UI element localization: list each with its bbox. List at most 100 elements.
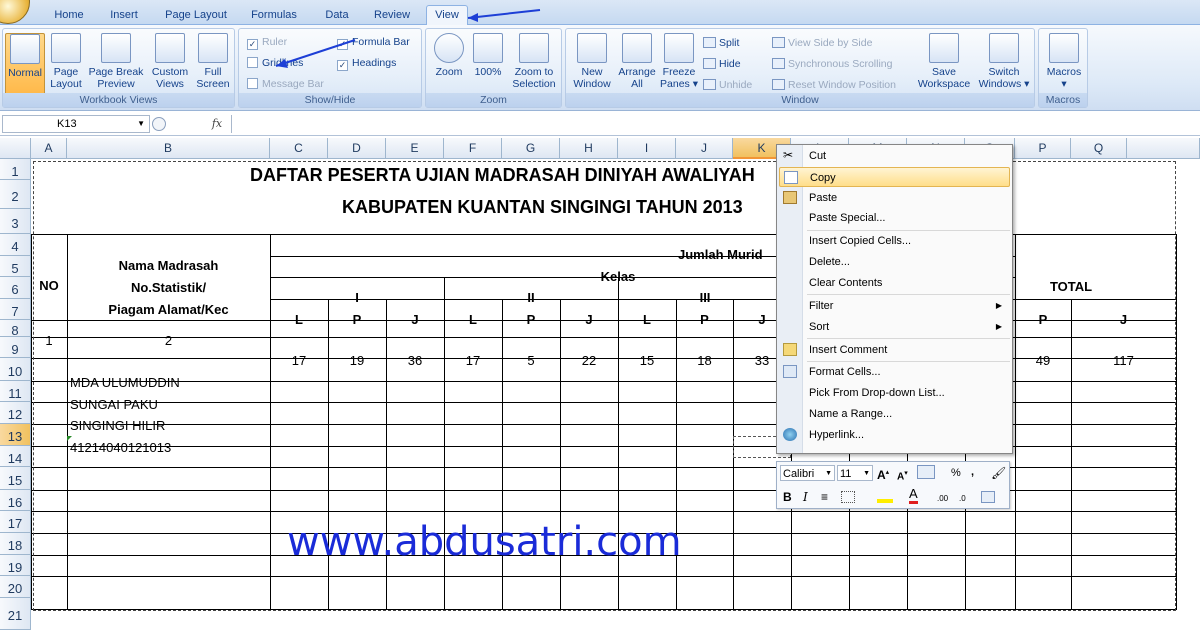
total-value[interactable]: 15 (618, 353, 676, 368)
madrasah-district[interactable]: SINGINGI HILIR (70, 418, 165, 433)
total-value[interactable]: 19 (328, 353, 386, 368)
page-layout-view-button[interactable]: Page Layout (47, 33, 85, 90)
hide-button[interactable]: Hide (703, 58, 741, 71)
tab-view[interactable]: View (426, 5, 468, 26)
switch-windows-button[interactable]: Switch Windows ▾ (974, 33, 1034, 90)
row-header-20[interactable]: 20 (0, 576, 31, 598)
row-header-3[interactable]: 3 (0, 209, 31, 234)
split-button[interactable]: Split (703, 37, 739, 50)
madrasah-name[interactable]: MDA ULUMUDDIN (70, 375, 180, 390)
message-bar-checkbox[interactable]: Message Bar (247, 78, 324, 91)
font-name-dropdown[interactable]: Calibri ▼ (780, 465, 835, 481)
row-header-10[interactable]: 10 (0, 358, 31, 381)
formula-input[interactable] (231, 115, 1198, 133)
row-header-17[interactable]: 17 (0, 511, 31, 533)
row-header-5[interactable]: 5 (0, 256, 31, 277)
gridlines-checkbox[interactable]: Gridlines (247, 57, 303, 70)
menu-item-paste-special[interactable]: Paste Special... (779, 208, 1010, 228)
office-button[interactable] (0, 0, 30, 24)
reset-window-position-button[interactable]: Reset Window Position (772, 79, 896, 92)
shrink-font-icon[interactable]: A▾ (897, 466, 908, 485)
menu-item-pick-from-list[interactable]: Pick From Drop-down List... (779, 383, 1010, 403)
row-header-1[interactable]: 1 (0, 159, 31, 180)
arrange-all-button[interactable]: Arrange All (616, 33, 658, 90)
row-header-2[interactable]: 2 (0, 180, 31, 209)
menu-item-filter[interactable]: Filter ▶ (779, 296, 1010, 316)
menu-item-name-a-range[interactable]: Name a Range... (779, 404, 1010, 424)
menu-item-delete[interactable]: Delete... (779, 252, 1010, 272)
font-size-dropdown[interactable]: 11 ▼ (837, 465, 873, 481)
madrasah-location[interactable]: SUNGAI PAKU (70, 397, 158, 412)
view-side-by-side-button[interactable]: View Side by Side (772, 37, 872, 50)
row-header-4[interactable]: 4 (0, 234, 31, 256)
tab-formulas[interactable]: Formulas (244, 6, 304, 25)
chevron-down-icon[interactable]: ▼ (137, 116, 145, 132)
column-header-f[interactable]: F (444, 138, 502, 159)
column-header-d[interactable]: D (328, 138, 386, 159)
percent-style-button[interactable]: % (951, 465, 961, 481)
row-header-11[interactable]: 11 (0, 381, 31, 402)
menu-item-sort[interactable]: Sort ▶ (779, 317, 1010, 337)
grand-total-value[interactable]: 117 (1071, 353, 1176, 368)
total-value[interactable]: 17 (444, 353, 502, 368)
zoom-to-selection-button[interactable]: Zoom to Selection (508, 33, 560, 90)
tab-review[interactable]: Review (368, 6, 416, 25)
menu-item-copy[interactable]: Copy (779, 167, 1010, 187)
increase-decimal-icon[interactable]: .00 (937, 491, 948, 507)
column-header-p[interactable]: P (1015, 138, 1071, 159)
unhide-button[interactable]: Unhide (703, 79, 752, 92)
save-workspace-button[interactable]: Save Workspace (914, 33, 974, 90)
custom-views-button[interactable]: Custom Views (149, 33, 191, 90)
normal-view-button[interactable]: Normal (5, 33, 45, 95)
freeze-panes-button[interactable]: Freeze Panes ▾ (658, 33, 700, 90)
macros-button[interactable]: Macros ▾ (1043, 33, 1085, 90)
center-align-icon[interactable]: ≡ (821, 489, 828, 505)
menu-item-paste[interactable]: Paste (779, 188, 1010, 208)
column-header-h[interactable]: H (560, 138, 618, 159)
tab-data[interactable]: Data (317, 6, 357, 25)
column-header-j[interactable]: J (676, 138, 733, 159)
grow-font-icon[interactable]: A▴ (877, 465, 889, 483)
column-header-i[interactable]: I (618, 138, 676, 159)
menu-item-insert-copied-cells[interactable]: Insert Copied Cells... (779, 231, 1010, 251)
column-header-a[interactable]: A (31, 138, 67, 159)
name-box[interactable]: K13 ▼ (2, 115, 150, 133)
comma-style-button[interactable]: , (971, 464, 974, 480)
column-header-c[interactable]: C (270, 138, 328, 159)
total-value[interactable]: 17 (270, 353, 328, 368)
menu-item-hyperlink[interactable]: Hyperlink... (779, 425, 1010, 445)
fill-color-icon[interactable] (877, 489, 893, 503)
insert-function-icon[interactable]: fx (206, 115, 228, 133)
full-screen-button[interactable]: Full Screen (193, 33, 233, 90)
page-break-preview-button[interactable]: Page Break Preview (87, 33, 145, 90)
column-header-e[interactable]: E (386, 138, 444, 159)
row-header-9[interactable]: 9 (0, 337, 31, 358)
borders-icon[interactable] (841, 491, 855, 503)
italic-button[interactable]: I (803, 489, 808, 505)
row-header-14[interactable]: 14 (0, 446, 31, 467)
zoom-button[interactable]: Zoom (430, 33, 468, 78)
total-value[interactable]: 36 (386, 353, 444, 368)
row-header-16[interactable]: 16 (0, 490, 31, 511)
row-header-6[interactable]: 6 (0, 277, 31, 299)
total-value[interactable]: 22 (560, 353, 618, 368)
zoom-100-button[interactable]: 100% (470, 33, 506, 78)
format-painter-icon[interactable]: 🖌 (991, 465, 1006, 481)
column-header-q[interactable]: Q (1071, 138, 1127, 159)
select-all-corner[interactable] (0, 138, 31, 159)
worksheet-grid[interactable]: ABCDEFGHIJKLMNOPQ 1234567891011121314151… (0, 138, 1200, 630)
total-value[interactable]: 5 (502, 353, 560, 368)
tab-home[interactable]: Home (48, 6, 90, 25)
ruler-checkbox[interactable]: ✓ Ruler (247, 36, 287, 50)
synchronous-scrolling-button[interactable]: Synchronous Scrolling (772, 58, 892, 71)
menu-item-cut[interactable]: ✂ Cut (779, 146, 1010, 166)
madrasah-statistic-number[interactable]: 41214040121013 (70, 440, 171, 455)
row-header-7[interactable]: 7 (0, 299, 31, 320)
row-header-21[interactable]: 21 (0, 598, 31, 630)
accounting-format-icon[interactable] (917, 465, 935, 479)
formula-cancel-icon[interactable] (152, 117, 166, 131)
font-color-icon[interactable]: A (909, 487, 918, 504)
column-header-b[interactable]: B (67, 138, 270, 159)
bold-button[interactable]: B (783, 489, 792, 505)
menu-item-clear-contents[interactable]: Clear Contents (779, 273, 1010, 293)
